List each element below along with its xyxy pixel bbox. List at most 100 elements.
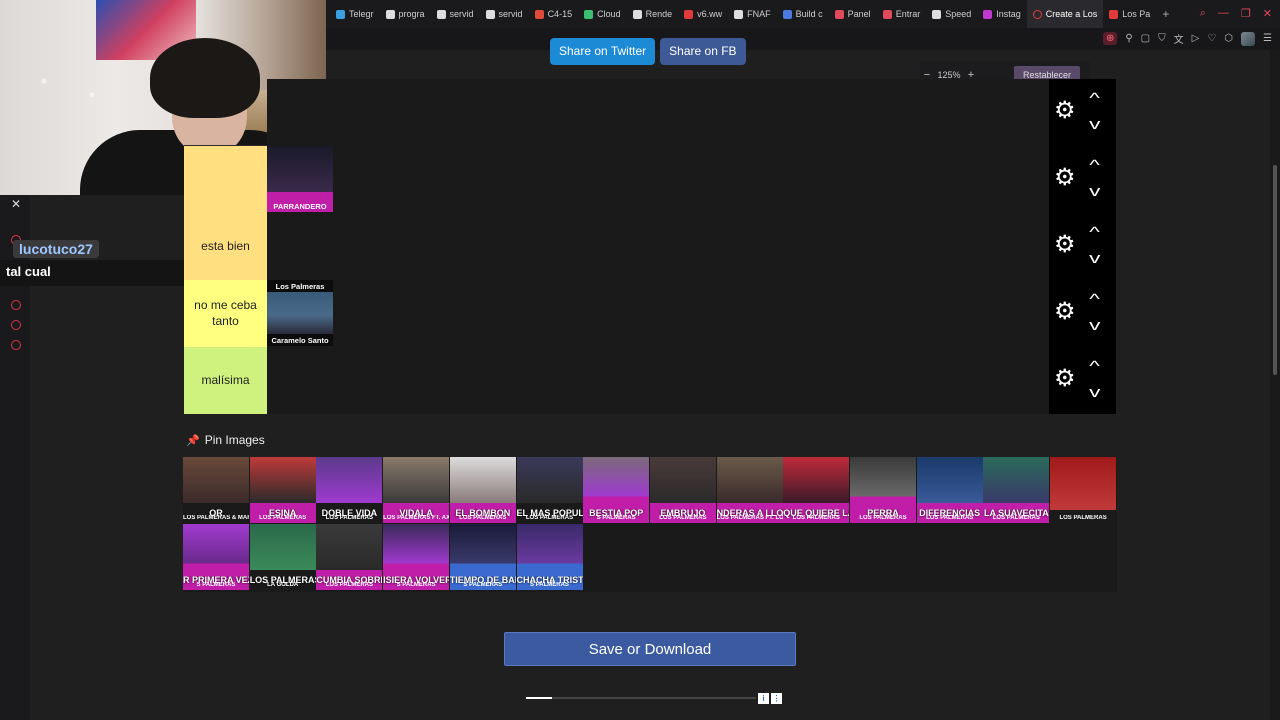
tier-item-image[interactable]: PARRANDERO [267, 146, 333, 212]
gear-icon[interactable]: ⚙ [1054, 367, 1076, 391]
browser-tab[interactable]: Telegr [330, 0, 380, 28]
tier-label[interactable]: malísima [184, 347, 267, 414]
browser-tab[interactable]: Instag [977, 0, 1027, 28]
pool-image[interactable]: R PRIMERA VEZ S PALMERAS [183, 524, 249, 590]
pool-image[interactable]: DIFERENCIAS LOS PALMERAS [916, 457, 983, 523]
tier-label[interactable] [184, 79, 267, 146]
gear-icon[interactable]: ⚙ [1054, 233, 1076, 257]
pool-image[interactable]: EMBRUJO LOS PALMERAS [649, 457, 716, 523]
browser-tab[interactable]: Los Pa [1103, 0, 1156, 28]
translate-icon[interactable]: 文 [1174, 31, 1184, 46]
tier-label[interactable]: no me ceba tanto [184, 280, 267, 347]
pool-image[interactable]: EL BOMBON LOS PALMERAS [449, 457, 516, 523]
pool-image[interactable]: ESINA LOS PALMERAS [249, 457, 316, 523]
browser-tab[interactable]: v6.ww [678, 0, 728, 28]
tier-drop-zone[interactable] [267, 79, 1049, 146]
chevron-up-icon[interactable]: ^ [1089, 292, 1100, 307]
gear-icon[interactable]: ⚙ [1054, 99, 1076, 123]
chevron-down-icon[interactable]: v [1089, 184, 1100, 199]
tier-drop-zone[interactable] [267, 347, 1049, 414]
share-fb-button[interactable]: Share on FB [660, 38, 746, 65]
browser-tab[interactable]: servid [431, 0, 480, 28]
tier-item-image[interactable]: Los Palmeras Caramelo Santo [267, 280, 333, 346]
pool-image[interactable]: LOS PALMERAS LA GOLDA [249, 524, 316, 590]
pool-image[interactable]: ISIERA VOLVER S PALMERAS [383, 524, 450, 590]
chevron-down-icon[interactable]: v [1089, 251, 1100, 266]
browser-tab[interactable]: Create a Los [1026, 0, 1104, 28]
pool-image[interactable]: QUE QUIERE LA CHOLALOS PALMERAS [783, 457, 850, 523]
pool-image-subtitle: LOS PALMERAS [459, 515, 507, 521]
pool-image[interactable]: NDERAS A LLORLOS PALMERAS FT. LOS NOCHE [716, 457, 783, 523]
pool-image[interactable]: PERRA LOS PALMERAS [850, 457, 916, 523]
avatar[interactable] [1241, 31, 1256, 46]
tier-drop-zone[interactable]: PARRANDERO [267, 146, 1049, 213]
pool-image[interactable]: LA SUAVECITA LOS PALMERAS [983, 457, 1050, 523]
settings-icon[interactable] [11, 340, 21, 350]
browser-tab[interactable]: Panel [829, 0, 877, 28]
chevron-down-icon[interactable]: v [1089, 385, 1100, 400]
tier-controls: ⚙ ^ v [1049, 146, 1116, 213]
share-row: Share on Twitter Share on FB [550, 38, 746, 65]
tier-label[interactable] [184, 146, 267, 213]
browser-tab[interactable]: Speed [926, 0, 977, 28]
page-scrollbar[interactable] [1270, 50, 1280, 720]
gear-icon[interactable]: ⚙ [1054, 300, 1076, 324]
pool-image[interactable]: CHACHA TRISTE S PALMERAS [516, 524, 583, 590]
gear-icon[interactable]: ⚙ [1054, 166, 1076, 190]
tab-icon[interactable]: ▢ [1141, 33, 1150, 44]
search-icon[interactable]: ⌕ [1200, 7, 1206, 20]
menu-icon[interactable]: ☰ [1263, 33, 1272, 44]
pool-image[interactable]: EL MAS POPULARLOS PALMERAS [516, 457, 583, 523]
browser-tab[interactable]: Entrar [877, 0, 927, 28]
chevron-down-icon[interactable]: v [1089, 318, 1100, 333]
pool-image-subtitle: LOS PALMERAS [992, 515, 1040, 521]
chevron-up-icon[interactable]: ^ [1089, 158, 1100, 173]
pool-image[interactable]: ORLOS PALMERAS & MARCELA MORELO [183, 457, 249, 523]
save-download-button[interactable]: Save or Download [504, 632, 796, 666]
pin-icon[interactable]: ⚲ [1125, 33, 1132, 44]
chevron-up-icon[interactable]: ^ [1089, 91, 1100, 106]
pool-image-subtitle: S PALMERAS [530, 582, 569, 588]
ad-info-icon[interactable]: i [758, 692, 769, 704]
pool-image[interactable]: DOBLE VIDA LOS PALMERAS [316, 457, 383, 523]
browser-tab[interactable]: Rende [627, 0, 679, 28]
chat-close-icon[interactable]: ✕ [11, 197, 21, 211]
heart-icon[interactable]: ♡ [1207, 33, 1216, 44]
pool-image[interactable]: LOS PALMERAS [1050, 457, 1117, 523]
play-icon[interactable]: ▷ [1192, 33, 1200, 44]
chat-bubble-icon[interactable] [11, 320, 21, 330]
ad-menu-icon[interactable]: ⋮ [771, 692, 782, 704]
browser-tab[interactable]: C4-15 [529, 0, 579, 28]
chevron-up-icon[interactable]: ^ [1089, 225, 1100, 240]
pool-image[interactable]: TIEMPO DE BAIL S PALMERAS [449, 524, 516, 590]
download-icon[interactable] [11, 300, 21, 310]
browser-tab[interactable]: FNAF [728, 0, 777, 28]
screen: { "browser": { "tabs": [ {"label": "Tele… [0, 0, 1280, 720]
chevron-down-icon[interactable]: v [1089, 117, 1100, 132]
zoom-icon[interactable]: ⊕ [1102, 32, 1118, 45]
chevron-up-icon[interactable]: ^ [1089, 359, 1100, 374]
browser-tab[interactable]: progra [380, 0, 431, 28]
tier-label[interactable]: esta bien [184, 213, 267, 280]
item-caption: PARRANDERO [267, 201, 333, 212]
new-tab-button[interactable]: + [1156, 7, 1175, 21]
pool-image-subtitle: LOS PALMERAS [525, 515, 574, 521]
browser-tab[interactable]: Cloud [578, 0, 627, 28]
share-twitter-button[interactable]: Share on Twitter [550, 38, 656, 65]
pool-image[interactable]: VIDALALOS PALMERAS FT. AXEL [383, 457, 450, 523]
tab-label: Panel [847, 9, 871, 19]
puzzle-icon[interactable]: ⬡ [1224, 33, 1233, 44]
browser-tab[interactable]: Build c [777, 0, 829, 28]
shield-icon[interactable]: ⛉ [1158, 33, 1166, 44]
browser-tab[interactable]: servid [480, 0, 529, 28]
tab-label: Telegr [349, 9, 374, 19]
pool-image[interactable]: CUMBIA SOBRE EL MARLOS PALMERAS [316, 524, 383, 590]
pool-image-subtitle: LA GOLDA [267, 582, 299, 588]
minimize-icon[interactable]: — [1218, 7, 1229, 20]
tier-drop-zone[interactable] [267, 213, 1049, 280]
scrollbar-thumb[interactable] [1273, 165, 1277, 375]
restore-icon[interactable]: ❐ [1241, 7, 1251, 20]
tier-drop-zone[interactable]: Los Palmeras Caramelo Santo [267, 280, 1049, 347]
pool-image[interactable]: BESTIA POP S PALMERAS [583, 457, 650, 523]
close-icon[interactable]: ✕ [1263, 7, 1272, 20]
